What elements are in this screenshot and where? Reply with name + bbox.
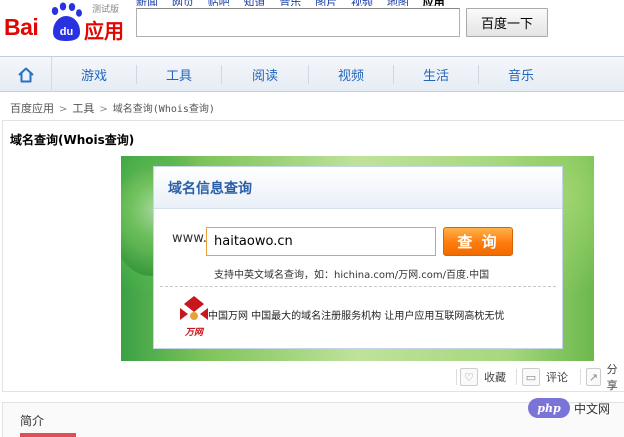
top-link-tieba[interactable]: 贴吧: [208, 0, 230, 6]
comment-icon: ▭: [522, 368, 540, 386]
breadcrumb: 百度应用 > 工具 > 域名查询(Whois查询): [10, 100, 215, 116]
nav-item-music[interactable]: 音乐: [479, 57, 563, 92]
intro-accent-bar: [20, 433, 76, 437]
nav-item-life[interactable]: 生活: [394, 57, 478, 92]
card-title: 域名信息查询: [168, 181, 252, 197]
top-link-music[interactable]: 音乐: [279, 0, 301, 6]
php-badge: php: [528, 398, 570, 418]
top-links: 新闻 网页 贴吧 知道 音乐 图片 视频 地图 应用: [136, 0, 476, 6]
heart-icon: ♡: [460, 368, 478, 386]
share-label: 分享: [606, 363, 618, 392]
top-link-web[interactable]: 网页: [172, 0, 194, 6]
breadcrumb-item-current: 域名查询(Whois查询): [112, 104, 215, 115]
nav-item-video[interactable]: 视频: [309, 57, 393, 92]
share-icon: ↗: [586, 368, 601, 386]
paw-icon: du: [51, 2, 82, 41]
logo-app-text: 应用: [84, 19, 124, 43]
comment-button[interactable]: ▭ 评论: [522, 366, 568, 388]
top-link-images[interactable]: 图片: [315, 0, 337, 6]
collect-label: 收藏: [484, 371, 506, 384]
wanwang-logo-text: 万网: [184, 327, 205, 338]
action-divider: [516, 369, 517, 385]
home-icon: [17, 67, 34, 82]
action-divider: [580, 369, 581, 385]
chevron-right-icon: >: [99, 104, 108, 115]
baidu-app-logo[interactable]: Bai du 应用 测试版: [4, 2, 132, 50]
breadcrumb-item-tools[interactable]: 工具: [72, 102, 94, 115]
nav-item-reading[interactable]: 阅读: [222, 57, 308, 92]
nav-item-tools[interactable]: 工具: [137, 57, 221, 92]
nav-item-games[interactable]: 游戏: [52, 57, 136, 92]
domain-input[interactable]: haitaowo.cn: [206, 227, 436, 256]
search-button[interactable]: 百度一下: [466, 8, 548, 37]
top-link-apps[interactable]: 应用: [423, 0, 445, 6]
search-input[interactable]: [136, 8, 460, 37]
share-button[interactable]: ↗ 分享: [586, 363, 624, 392]
whois-widget: 域名信息查询 www. haitaowo.cn 查 询 支持中英文域名查询，如：…: [121, 156, 594, 361]
collect-button[interactable]: ♡ 收藏: [460, 366, 506, 388]
top-link-news[interactable]: 新闻: [136, 0, 158, 6]
wanwang-slogan: 中国万网 中国最大的域名注册服务机构 让用户应用互联网高枕无忧: [208, 311, 505, 322]
chevron-right-icon: >: [59, 104, 68, 115]
top-link-video[interactable]: 视频: [351, 0, 373, 6]
header: 新闻 网页 贴吧 知道 音乐 图片 视频 地图 应用 Bai du 应用 测试版…: [0, 0, 624, 54]
page-title: 域名查询(Whois查询): [10, 133, 135, 147]
top-link-map[interactable]: 地图: [387, 0, 409, 6]
comment-label: 评论: [546, 371, 568, 384]
php-cn-watermark: php 中文网: [528, 398, 610, 418]
divider: [160, 286, 556, 287]
category-nav: 游戏 工具 阅读 视频 生活 音乐: [0, 56, 624, 92]
logo-du-text: du: [60, 26, 73, 38]
logo-test-label: 测试版: [92, 5, 120, 15]
query-button[interactable]: 查 询: [443, 227, 513, 256]
action-divider: [456, 369, 457, 385]
top-link-zhidao[interactable]: 知道: [243, 0, 265, 6]
support-hint: 支持中英文域名查询，如：hichina.com/万网.com/百度.中国: [214, 270, 490, 281]
breadcrumb-item-apps[interactable]: 百度应用: [10, 102, 54, 115]
intro-title: 简介: [20, 414, 45, 428]
watermark-text: 中文网: [574, 401, 611, 416]
www-prefix-label: www.: [172, 231, 207, 246]
card-header: 域名信息查询: [154, 167, 562, 209]
nav-home[interactable]: [0, 57, 52, 92]
whois-card: 域名信息查询 www. haitaowo.cn 查 询 支持中英文域名查询，如：…: [153, 166, 563, 349]
logo-bai-text: Bai: [4, 14, 39, 40]
